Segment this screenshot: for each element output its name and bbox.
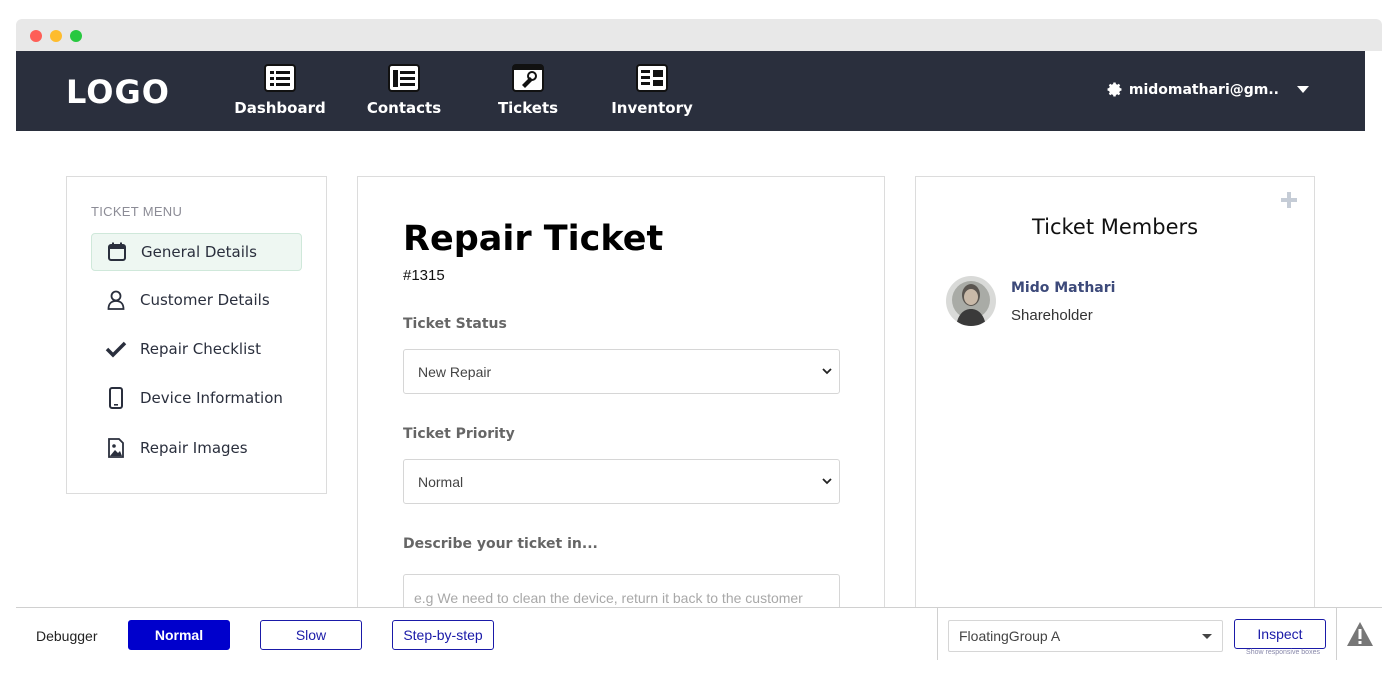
ticket-form-card: Repair Ticket #1315 Ticket Status New Re… xyxy=(357,176,885,616)
top-navbar: LOGO Dashboard Contacts Tickets Inventor… xyxy=(16,51,1365,131)
members-title: Ticket Members xyxy=(1031,215,1199,239)
user-icon xyxy=(107,290,125,310)
ticket-status-select[interactable]: New Repair xyxy=(403,349,840,394)
floating-group-select[interactable]: FloatingGroup A xyxy=(948,620,1223,652)
ticket-menu-card: TICKET MENU General Details Customer Det… xyxy=(66,176,327,494)
inspect-hint: Show responsive boxes xyxy=(1246,649,1320,656)
menu-label-device-information: Device Information xyxy=(140,389,283,407)
menu-item-device-information[interactable]: Device Information xyxy=(91,379,302,417)
warning-icon[interactable] xyxy=(1346,621,1374,647)
chevron-down-icon xyxy=(1202,634,1212,639)
menu-label-repair-images: Repair Images xyxy=(140,439,248,457)
slow-mode-button[interactable]: Slow xyxy=(260,620,362,650)
member-role: Shareholder xyxy=(1011,307,1093,324)
nav-label-inventory: Inventory xyxy=(611,99,693,117)
nav-item-contacts[interactable]: Contacts xyxy=(349,63,459,117)
debugger-divider xyxy=(937,608,938,660)
menu-item-customer-details[interactable]: Customer Details xyxy=(91,281,302,319)
nav-label-tickets: Tickets xyxy=(497,99,559,117)
menu-item-repair-images[interactable]: Repair Images xyxy=(91,429,302,467)
browser-chrome xyxy=(16,19,1382,51)
ticket-number: #1315 xyxy=(403,267,445,284)
minimize-window-dot[interactable] xyxy=(50,30,62,42)
step-by-step-button[interactable]: Step-by-step xyxy=(392,620,494,650)
checkmark-icon xyxy=(105,341,127,358)
chevron-down-icon xyxy=(822,368,832,375)
close-window-dot[interactable] xyxy=(30,30,42,42)
ticket-priority-select[interactable]: Normal xyxy=(403,459,840,504)
ticket-status-value: New Repair xyxy=(418,363,492,380)
menu-item-repair-checklist[interactable]: Repair Checklist xyxy=(91,330,302,368)
nav-item-tickets[interactable]: Tickets xyxy=(473,63,583,117)
ticket-priority-value: Normal xyxy=(418,473,464,490)
debugger-divider xyxy=(1336,608,1337,660)
image-icon xyxy=(108,438,124,458)
debugger-label: Debugger xyxy=(36,628,98,644)
nav-item-inventory[interactable]: Inventory xyxy=(597,63,707,117)
nav-label-contacts: Contacts xyxy=(366,99,442,117)
chevron-down-icon xyxy=(1297,86,1309,93)
ticket-status-label: Ticket Status xyxy=(403,316,507,332)
maximize-window-dot[interactable] xyxy=(70,30,82,42)
inspect-button[interactable]: Inspect xyxy=(1234,619,1326,649)
menu-label-general-details: General Details xyxy=(141,243,257,261)
inventory-icon xyxy=(636,64,668,92)
menu-item-general-details[interactable]: General Details xyxy=(91,233,302,271)
debugger-bar: Debugger Normal Slow Step-by-step Floati… xyxy=(16,607,1382,678)
contacts-icon xyxy=(388,64,420,92)
page-title: Repair Ticket xyxy=(403,219,664,259)
ticket-priority-label: Ticket Priority xyxy=(403,426,515,442)
nav-item-dashboard[interactable]: Dashboard xyxy=(225,63,335,117)
ticket-menu-title: TICKET MENU xyxy=(91,204,183,219)
floating-group-value: FloatingGroup A xyxy=(959,628,1061,644)
phone-icon xyxy=(109,387,123,409)
member-name[interactable]: Mido Mathari xyxy=(1011,280,1115,296)
plus-icon[interactable] xyxy=(1280,191,1298,209)
normal-mode-button[interactable]: Normal xyxy=(128,620,230,650)
description-label: Describe your ticket in... xyxy=(403,536,598,552)
menu-label-repair-checklist: Repair Checklist xyxy=(140,340,261,358)
tickets-icon xyxy=(512,64,544,92)
user-email: midomathari@gm.. xyxy=(1128,81,1279,98)
avatar xyxy=(946,276,996,326)
gear-icon xyxy=(1107,82,1122,97)
chevron-down-icon xyxy=(822,478,832,485)
user-menu[interactable]: midomathari@gm.. xyxy=(1106,81,1309,98)
calendar-icon xyxy=(108,242,126,261)
dashboard-icon xyxy=(264,64,296,92)
menu-label-customer-details: Customer Details xyxy=(140,291,270,309)
nav-label-dashboard: Dashboard xyxy=(234,99,326,117)
ticket-members-card: Ticket Members Mido Mathari Shareholder xyxy=(915,176,1315,616)
logo[interactable]: LOGO xyxy=(66,73,170,111)
